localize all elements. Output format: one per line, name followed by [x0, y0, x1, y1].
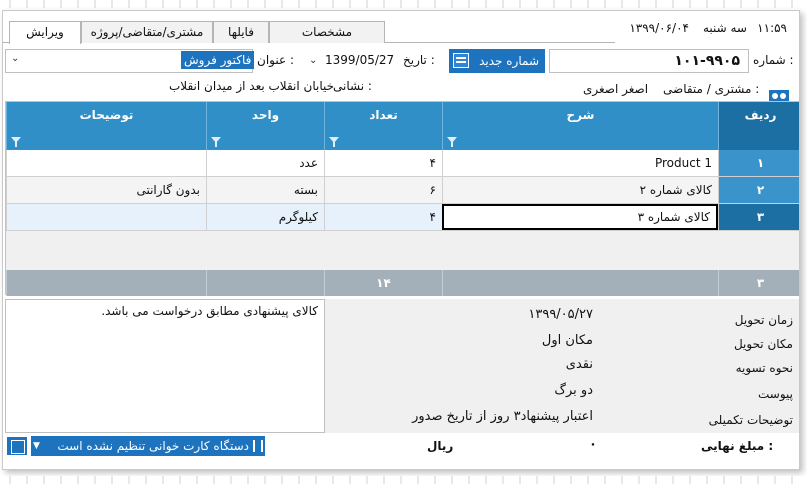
cell-row-no[interactable]: ۱ — [718, 150, 799, 176]
address-value: خیابان انقلاب بعد از میدان انقلاب — [169, 79, 335, 93]
date-field[interactable]: 1399/05/27 — [325, 53, 394, 67]
settlement-label: نحوه تسویه — [735, 361, 793, 375]
cell-qty[interactable]: ۴ — [324, 204, 442, 230]
currency-label: ریال — [427, 439, 454, 453]
calculator-icon — [453, 53, 469, 68]
new-number-button[interactable]: شماره جدید — [449, 49, 545, 73]
title-value: فاکتور فروش — [181, 51, 255, 69]
torn-edge-top — [0, 0, 807, 8]
column-unit[interactable]: واحد — [206, 102, 324, 150]
filter-icon[interactable] — [447, 137, 458, 147]
final-amount-label: مبلغ نهایی : — [701, 439, 774, 453]
cell-desc[interactable]: کالای شماره ۲ — [442, 177, 718, 203]
footer-unit — [206, 270, 324, 296]
customer-value: اصغر اصغری — [583, 82, 649, 96]
attachment-value[interactable]: دو برگ — [333, 383, 593, 398]
delivery-place-label: مکان تحویل — [733, 337, 793, 351]
delivery-place-value[interactable]: مکان اول — [333, 333, 593, 348]
column-unit-label: واحد — [251, 108, 280, 122]
cell-unit[interactable]: کیلوگرم — [206, 204, 324, 230]
card-icon — [253, 440, 263, 452]
column-qty[interactable]: تعداد — [324, 102, 442, 150]
settlement-value[interactable]: نقدی — [333, 357, 593, 372]
tab-edit[interactable]: ویرایش — [9, 21, 81, 44]
footer-desc — [442, 270, 718, 296]
footer-qty-total: ۱۴ — [324, 270, 442, 296]
column-qty-label: تعداد — [369, 108, 398, 122]
cell-desc[interactable]: Product 1 — [442, 150, 718, 176]
notes-textarea[interactable]: کالای پیشنهادی مطابق درخواست می باشد. — [5, 299, 325, 433]
extra-notes-value[interactable]: اعتبار پیشنهاد۳ روز از تاریخ صدور — [333, 409, 593, 424]
delivery-time-label: زمان تحویل — [734, 313, 793, 327]
grid-footer: ۱۴ ۳ — [6, 270, 799, 296]
clock: ۱۱:۵۹ — [757, 21, 787, 35]
torn-edge-bottom — [0, 476, 807, 484]
customer-label: مشتری / متقاضی : — [663, 82, 760, 96]
card-reader-status[interactable]: دستگاه کارت خوانی تنظیم نشده است ▼ — [31, 436, 265, 456]
cell-notes[interactable] — [6, 150, 206, 176]
cell-desc-editing[interactable]: کالای شماره ۳ — [442, 204, 718, 230]
date-dropdown-icon[interactable]: ⌄ — [309, 55, 317, 66]
table-row[interactable]: عدد ۴ Product 1 ۱ — [6, 150, 799, 177]
table-row[interactable]: بدون گارانتی بسته ۶ کالای شماره ۲ ۲ — [6, 177, 799, 204]
filter-icon[interactable] — [11, 137, 22, 147]
column-desc-label: شرح — [566, 108, 595, 122]
card-reader-settings-icon[interactable] — [7, 437, 27, 455]
cell-row-no[interactable]: ۲ — [718, 177, 799, 203]
cell-notes[interactable]: بدون گارانتی — [6, 177, 206, 203]
delivery-time-value[interactable]: ۱۳۹۹/۰۵/۲۷ — [333, 307, 593, 322]
items-grid: توضیحات واحد تعداد شرح ردیف عدد ۴ Produc… — [5, 101, 799, 296]
cell-qty[interactable]: ۴ — [324, 150, 442, 176]
new-number-label: شماره جدید — [479, 54, 539, 68]
cell-unit[interactable]: عدد — [206, 150, 324, 176]
final-amount: ۰ — [589, 437, 597, 452]
table-row-selected[interactable]: کیلوگرم ۴ کالای شماره ۳ ۳ — [6, 204, 799, 231]
tab-customer-project[interactable]: مشتری/متقاضی/پروژه — [81, 21, 213, 43]
grid-header: توضیحات واحد تعداد شرح ردیف — [6, 102, 799, 150]
extra-notes-label: توضیحات تکمیلی — [708, 413, 793, 427]
tab-files[interactable]: فایلها — [213, 21, 269, 43]
column-desc[interactable]: شرح — [442, 102, 718, 150]
weekday: سه شنبه — [702, 21, 747, 35]
info-panel: زمان تحویل ۱۳۹۹/۰۵/۲۷ مکان تحویل مکان او… — [325, 299, 799, 433]
cell-notes[interactable] — [6, 204, 206, 230]
chevron-down-icon: ⌄ — [11, 53, 20, 64]
date-label: تاریخ : — [403, 53, 435, 67]
column-row-no[interactable]: ردیف — [718, 102, 799, 150]
current-date: ۱۳۹۹/۰۶/۰۴ — [629, 21, 689, 35]
cell-unit[interactable]: بسته — [206, 177, 324, 203]
card-reader-text: دستگاه کارت خوانی تنظیم نشده است — [57, 439, 249, 453]
cell-row-no[interactable]: ۳ — [718, 204, 799, 230]
attachment-label: پیوست — [758, 387, 793, 401]
address-label: نشانی : — [333, 79, 372, 93]
tab-details[interactable]: مشخصات — [269, 21, 385, 43]
chevron-down-icon[interactable]: ▼ — [33, 436, 40, 456]
tab-bar: ویرایش مشتری/متقاضی/پروژه فایلها مشخصات — [3, 21, 615, 44]
column-notes[interactable]: توضیحات — [6, 102, 206, 150]
column-row-no-label: ردیف — [744, 108, 777, 122]
number-label: شماره : — [753, 53, 794, 67]
cell-qty[interactable]: ۶ — [324, 177, 442, 203]
footer-row-count: ۳ — [718, 270, 799, 296]
number-field[interactable]: ۱۰۱-۹۹۰۵ — [549, 49, 749, 73]
title-label: عنوان : — [257, 53, 294, 67]
footer-notes — [6, 270, 206, 296]
invoice-window: ۱۱:۵۹ سه شنبه ۱۳۹۹/۰۶/۰۴ ویرایش مشتری/مت… — [2, 10, 800, 470]
filter-icon[interactable] — [211, 137, 222, 147]
filter-icon[interactable] — [329, 137, 340, 147]
column-notes-label: توضیحات — [79, 108, 134, 122]
